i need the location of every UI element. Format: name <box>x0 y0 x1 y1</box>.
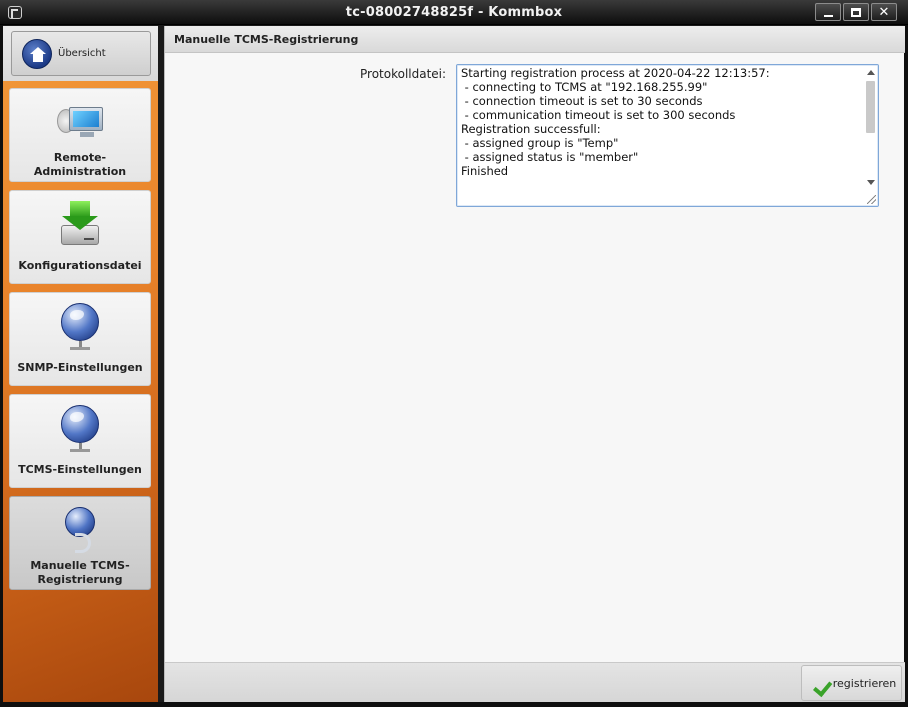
window-frame-bottom <box>0 702 908 707</box>
sidebar-item-manuelle-tcms-registrierung[interactable]: Manuelle TCMS- Registrierung <box>9 496 151 590</box>
minimize-icon <box>823 14 833 17</box>
globe-network-icon <box>55 403 105 453</box>
register-label: registrieren <box>832 676 897 690</box>
sidebar-item-remote-administration[interactable]: Remote- Administration <box>9 88 151 182</box>
sidebar-top: Übersicht <box>3 26 158 81</box>
globe-cable-icon <box>55 505 105 555</box>
resize-grip-icon[interactable] <box>867 195 876 204</box>
sidebar: Übersicht Remote- Administration Konfigu… <box>3 26 158 702</box>
sidebar-item-label: TCMS-Einstellungen <box>18 463 142 476</box>
sidebar-item-tcms-einstellungen[interactable]: TCMS-Einstellungen <box>9 394 151 488</box>
maximize-button[interactable] <box>843 3 869 21</box>
close-icon: ✕ <box>878 4 890 20</box>
close-button[interactable]: ✕ <box>871 3 897 21</box>
home-icon <box>22 38 52 69</box>
download-drive-icon <box>55 199 105 249</box>
log-scrollbar[interactable] <box>864 66 877 192</box>
checkmark-icon <box>807 676 827 690</box>
register-button[interactable]: registrieren <box>801 665 902 701</box>
scroll-up-icon[interactable] <box>867 70 875 75</box>
scroll-thumb[interactable] <box>866 81 875 133</box>
sidebar-item-konfigurationsdatei[interactable]: Konfigurationsdatei <box>9 190 151 284</box>
title-bar: tc-08002748825f - Kommbox ✕ <box>0 0 908 25</box>
globe-network-icon <box>55 301 105 351</box>
sidebar-item-label: Remote- Administration <box>33 151 127 178</box>
page-title: Manuelle TCMS-Registrierung <box>165 26 905 53</box>
maximize-icon <box>851 7 861 17</box>
sidebar-item-snmp-einstellungen[interactable]: SNMP-Einstellungen <box>9 292 151 386</box>
sidebar-item-label: Konfigurationsdatei <box>18 259 142 272</box>
log-label: Protokolldatei: <box>360 67 447 81</box>
overview-button[interactable]: Übersicht <box>11 31 151 76</box>
sidebar-item-label: SNMP-Einstellungen <box>17 361 143 374</box>
remote-admin-icon <box>55 97 105 147</box>
window-title: tc-08002748825f - Kommbox <box>345 5 563 20</box>
log-text: Starting registration process at 2020-04… <box>461 66 770 178</box>
sidebar-item-label: Manuelle TCMS- Registrierung <box>30 559 130 586</box>
scroll-down-icon[interactable] <box>867 180 875 185</box>
minimize-button[interactable] <box>815 3 841 21</box>
main-panel: Manuelle TCMS-Registrierung Protokolldat… <box>164 26 905 702</box>
window-frame-right <box>904 25 908 707</box>
overview-label: Übersicht <box>58 48 106 59</box>
log-textarea[interactable]: Starting registration process at 2020-04… <box>456 64 879 207</box>
footer-bar: registrieren <box>165 662 905 702</box>
